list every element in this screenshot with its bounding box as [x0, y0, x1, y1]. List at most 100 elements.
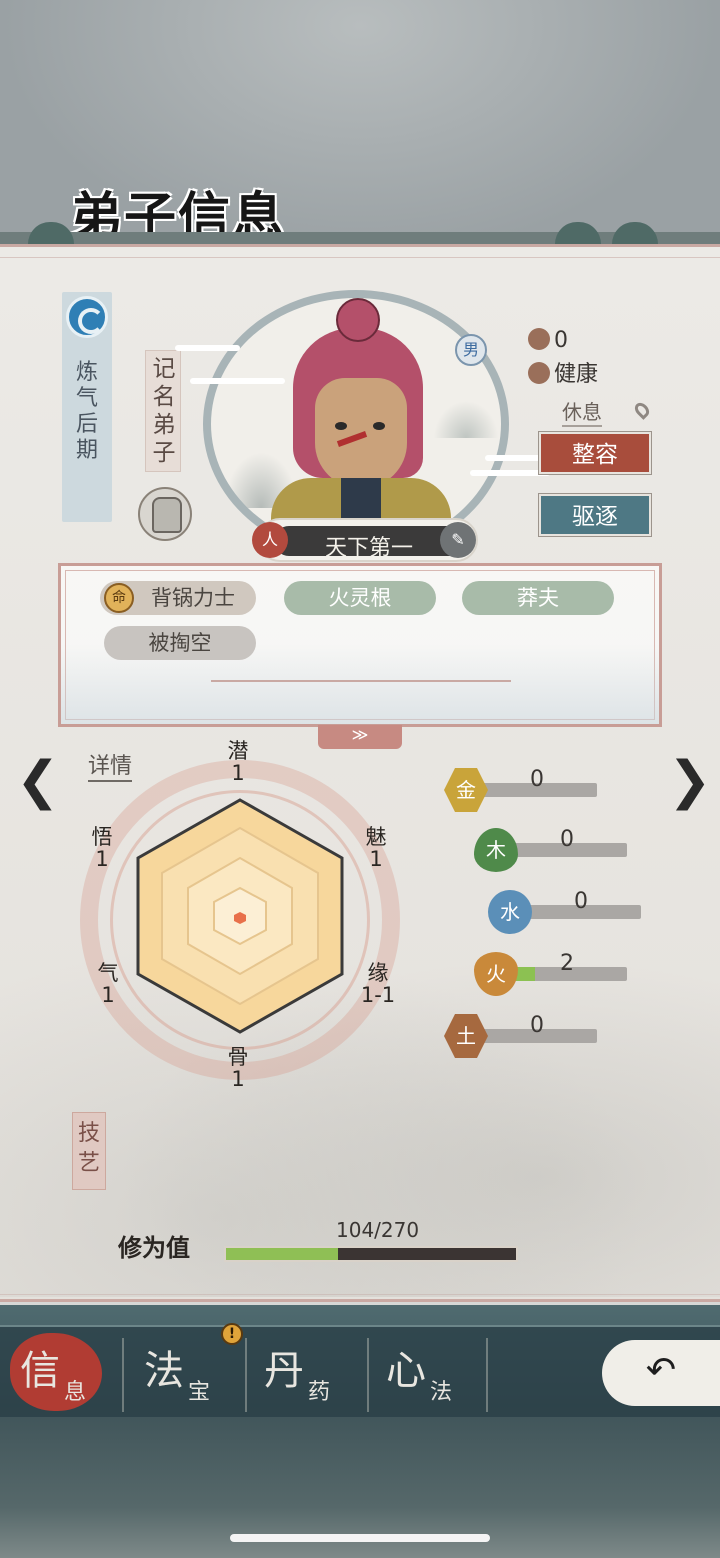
attr-name: 气 [97, 961, 119, 985]
coin-value: 0 [554, 328, 568, 353]
cloud-swirl-right-2 [470, 470, 550, 476]
honor-title-bar[interactable]: 天下第一 人 ✎ [252, 518, 478, 562]
attribute-radar-chart [136, 798, 344, 1034]
next-disciple-arrow-icon[interactable]: ❯ [668, 755, 712, 810]
attr-bone: 骨1 [216, 1046, 260, 1090]
attr-name: 潜 [227, 739, 249, 763]
trait-label: 火灵根 [328, 586, 392, 610]
trait-label: 被掏空 [148, 631, 212, 655]
cloud-swirl-right [485, 455, 545, 461]
tab-big-label: 丹 [264, 1348, 304, 1394]
honor-title: 天下第一 [324, 536, 413, 561]
element-wood-row: 0 木 [474, 827, 634, 872]
tab-pills[interactable]: 丹药 [244, 1330, 364, 1410]
character-face-paint [336, 431, 368, 447]
tab-small-label: 宝 [188, 1380, 211, 1405]
fate-icon: 命 [104, 583, 134, 613]
skills-tab[interactable]: 技艺 [72, 1112, 106, 1190]
tab-info[interactable]: 信息 [0, 1330, 120, 1410]
honor-title-plate: 天下第一 [274, 526, 464, 561]
gender-badge: 男 [455, 334, 487, 366]
element-value: 0 [530, 767, 544, 792]
trait-label: 背锅力士 [151, 586, 235, 610]
metal-element-icon: 金 [444, 768, 488, 812]
guardian-pet-icon[interactable] [138, 487, 192, 541]
tab-big-label: 法 [144, 1348, 184, 1394]
cultivation-value: 104/270 [336, 1218, 420, 1242]
attr-value: 1 [95, 847, 109, 871]
alert-badge-icon: ! [221, 1323, 243, 1345]
character-collar [341, 478, 381, 518]
tab-techniques[interactable]: 心法 [366, 1330, 486, 1410]
portrait-mountain-right [431, 398, 501, 438]
tab-small-label: 药 [308, 1380, 331, 1405]
tab-separator [486, 1338, 488, 1412]
tab-big-label: 心 [386, 1348, 426, 1394]
element-bar: 2 [512, 951, 627, 981]
rank-label: 记名弟子 [152, 356, 176, 466]
wood-element-icon: 木 [474, 828, 518, 872]
cultivation-progress-fill [226, 1248, 338, 1260]
character-eye-left [335, 422, 347, 430]
earth-element-icon: 土 [444, 1014, 488, 1058]
element-bar: 0 [526, 889, 641, 919]
coin-stat: 0 [528, 326, 568, 356]
attr-value: 1 [369, 847, 383, 871]
element-value: 0 [574, 889, 588, 914]
trait-tag[interactable]: 莽夫 [462, 581, 614, 615]
activity-status[interactable]: 休息 [562, 396, 602, 427]
brush-icon: ✎ [440, 522, 476, 558]
health-value: 健康 [554, 362, 599, 387]
element-value: 0 [560, 827, 574, 852]
element-bar: 0 [512, 827, 627, 857]
attr-name: 悟 [91, 825, 113, 849]
fire-element-icon: 火 [474, 952, 518, 996]
heart-icon [528, 362, 550, 384]
element-bar: 0 [482, 1013, 597, 1043]
cultivation-label: 修为值 [118, 1233, 190, 1262]
attr-charm: 魅1 [354, 826, 398, 870]
character-hair-bun [336, 298, 380, 342]
element-water-row: 0 水 [488, 889, 648, 934]
attr-value: 1-1 [360, 983, 396, 1007]
element-fire-row: 2 火 [474, 951, 634, 996]
person-icon: 人 [252, 522, 288, 558]
attr-name: 骨 [227, 1045, 249, 1069]
element-earth-row: 0 土 [444, 1013, 604, 1058]
tab-small-label: 息 [64, 1380, 87, 1405]
realm-badge: 炼气后期 [62, 292, 112, 522]
attr-name: 缘 [367, 961, 389, 985]
attr-fortune: 缘 1-1 [356, 962, 400, 1006]
expel-button[interactable]: 驱逐 [538, 493, 652, 537]
prev-disciple-arrow-icon[interactable]: ❮ [16, 755, 60, 810]
tab-small-label: 法 [430, 1380, 453, 1405]
attr-value: 1 [231, 1067, 245, 1091]
element-value: 0 [530, 1013, 544, 1038]
attr-value: 1 [101, 983, 115, 1007]
expand-traits-button[interactable]: ≫ [318, 725, 402, 749]
cloud-swirl-left [175, 345, 240, 351]
tab-big-label: 信 [20, 1348, 60, 1394]
cultivation-progress-bar [224, 1246, 518, 1262]
traits-divider [211, 680, 511, 682]
realm-label: 炼气后期 [75, 360, 98, 463]
home-indicator[interactable] [230, 1534, 490, 1542]
trait-tag[interactable]: 命 背锅力士 [100, 581, 256, 615]
attr-comprehension: 悟1 [80, 826, 124, 870]
details-link[interactable]: 详情 [88, 748, 133, 782]
makeover-button[interactable]: 整容 [538, 431, 652, 475]
water-element-icon: 水 [488, 890, 532, 934]
attr-potential: 潜1 [216, 740, 260, 784]
realm-swirl-icon [66, 296, 108, 338]
character-eye-right [373, 422, 385, 430]
cloud-swirl-left-2 [190, 378, 285, 384]
rank-badge: 记名弟子 [145, 350, 181, 472]
attr-qi: 气1 [86, 962, 130, 1006]
character-face [315, 378, 407, 488]
trait-tag[interactable]: 被掏空 [104, 626, 256, 660]
trait-tag[interactable]: 火灵根 [284, 581, 436, 615]
trait-label: 莽夫 [517, 586, 559, 610]
attr-name: 魅 [365, 825, 387, 849]
back-button[interactable]: ↶ [602, 1340, 720, 1406]
attr-value: 1 [231, 761, 245, 785]
